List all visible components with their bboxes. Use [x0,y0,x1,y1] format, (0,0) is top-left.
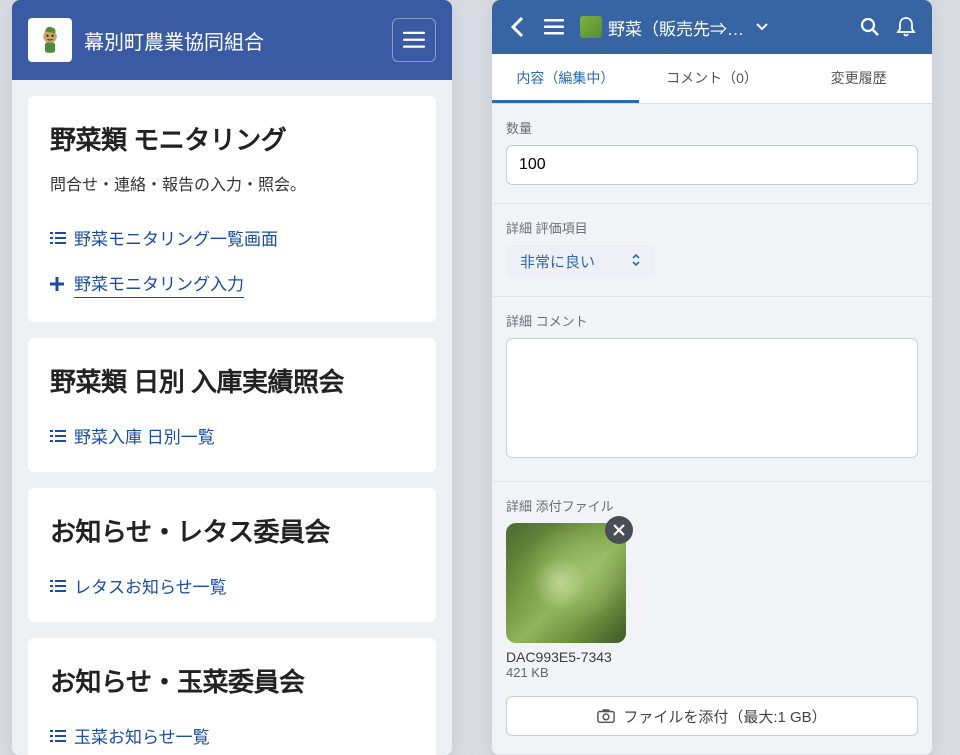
card-daily-stock: 野菜類 日別 入庫実績照会 野菜入庫 日別一覧 [28,338,436,472]
attach-file-button[interactable]: ファイルを添付（最大:1 GB） [506,696,918,736]
nav-menu-button[interactable] [392,18,436,62]
hamburger-icon [544,19,564,35]
section-rating: 詳細 評価項目 非常に良い [492,204,932,297]
remove-attachment-button[interactable] [605,516,633,544]
attachment-thumbnail[interactable] [506,523,626,643]
list-icon [50,231,68,245]
search-button[interactable] [852,7,888,47]
section-attachment: 詳細 添付ファイル DAC993E5-7343 421 KB ファイルを添付（最… [492,482,932,755]
link-label: 野菜モニタリング一覧画面 [74,225,278,250]
card-cabbage-notice: お知らせ・玉菜委員会 玉菜お知らせ一覧 [28,638,436,755]
back-button[interactable] [500,7,536,47]
link-cabbage-notice-list[interactable]: 玉菜お知らせ一覧 [50,713,414,755]
section-comment: 詳細 コメント [492,297,932,482]
tab-content[interactable]: 内容（編集中） [492,54,639,103]
card-title: 野菜類 日別 入庫実績照会 [50,362,414,399]
attach-button-label: ファイルを添付（最大:1 GB） [623,706,826,727]
file-size: 421 KB [506,665,626,680]
card-title: お知らせ・玉菜委員会 [50,662,414,699]
link-label: 野菜入庫 日別一覧 [74,423,215,448]
link-label: 野菜モニタリング入力 [74,270,244,298]
link-label: 玉菜お知らせ一覧 [74,723,210,748]
left-phone: 幕別町農業協同組合 野菜類 モニタリング 問合せ・連絡・報告の入力・照会。 野菜… [12,0,452,755]
comment-textarea[interactable] [506,338,918,458]
rating-select[interactable]: 非常に良い [506,245,655,278]
rating-label: 詳細 評価項目 [506,218,918,237]
section-quantity: 数量 [492,104,932,204]
form-body: 数量 詳細 評価項目 非常に良い 詳細 コメント 詳細 添付ファイル DAC99… [492,104,932,755]
header-title: 野菜（販売先⇒… [608,15,744,40]
card-monitoring: 野菜類 モニタリング 問合せ・連絡・報告の入力・照会。 野菜モニタリング一覧画面… [28,96,436,322]
org-name: 幕別町農業協同組合 [84,26,392,55]
select-caret-icon [631,253,641,271]
list-icon [50,429,68,443]
camera-icon [597,708,615,724]
tab-comments[interactable]: コメント（0） [639,54,786,103]
app-icon [580,16,602,38]
card-title: お知らせ・レタス委員会 [50,512,414,549]
link-lettuce-notice-list[interactable]: レタスお知らせ一覧 [50,563,414,608]
file-name: DAC993E5-7343 [506,649,626,665]
search-icon [860,17,880,37]
attachment-item: DAC993E5-7343 421 KB [506,523,626,680]
link-daily-stock-list[interactable]: 野菜入庫 日別一覧 [50,413,414,458]
bell-icon [896,16,916,38]
plus-icon [50,277,68,291]
card-desc: 問合せ・連絡・報告の入力・照会。 [50,171,414,195]
link-label: レタスお知らせ一覧 [74,573,227,598]
comment-label: 詳細 コメント [506,311,918,330]
card-lettuce-notice: お知らせ・レタス委員会 レタスお知らせ一覧 [28,488,436,622]
list-icon [50,729,68,743]
dropdown-caret[interactable] [744,7,780,47]
right-header: 野菜（販売先⇒… [492,0,932,54]
chevron-down-icon [756,23,768,31]
close-icon [612,523,626,537]
list-icon [50,579,68,593]
org-avatar [28,18,72,62]
chevron-left-icon [510,16,526,38]
notifications-button[interactable] [888,7,924,47]
left-header: 幕別町農業協同組合 [12,0,452,80]
hamburger-icon [403,31,425,49]
left-body: 野菜類 モニタリング 問合せ・連絡・報告の入力・照会。 野菜モニタリング一覧画面… [12,80,452,755]
tab-history[interactable]: 変更履歴 [785,54,932,103]
link-monitoring-list[interactable]: 野菜モニタリング一覧画面 [50,215,414,260]
quantity-input[interactable] [506,145,918,185]
tab-bar: 内容（編集中） コメント（0） 変更履歴 [492,54,932,104]
card-title: 野菜類 モニタリング [50,120,414,157]
right-phone: 野菜（販売先⇒… 内容（編集中） コメント（0） 変更履歴 数量 詳細 評価項目… [492,0,932,755]
link-monitoring-input[interactable]: 野菜モニタリング入力 [50,260,414,308]
menu-button[interactable] [536,7,572,47]
rating-value: 非常に良い [520,251,595,272]
attachment-label: 詳細 添付ファイル [506,496,918,515]
quantity-label: 数量 [506,118,918,137]
